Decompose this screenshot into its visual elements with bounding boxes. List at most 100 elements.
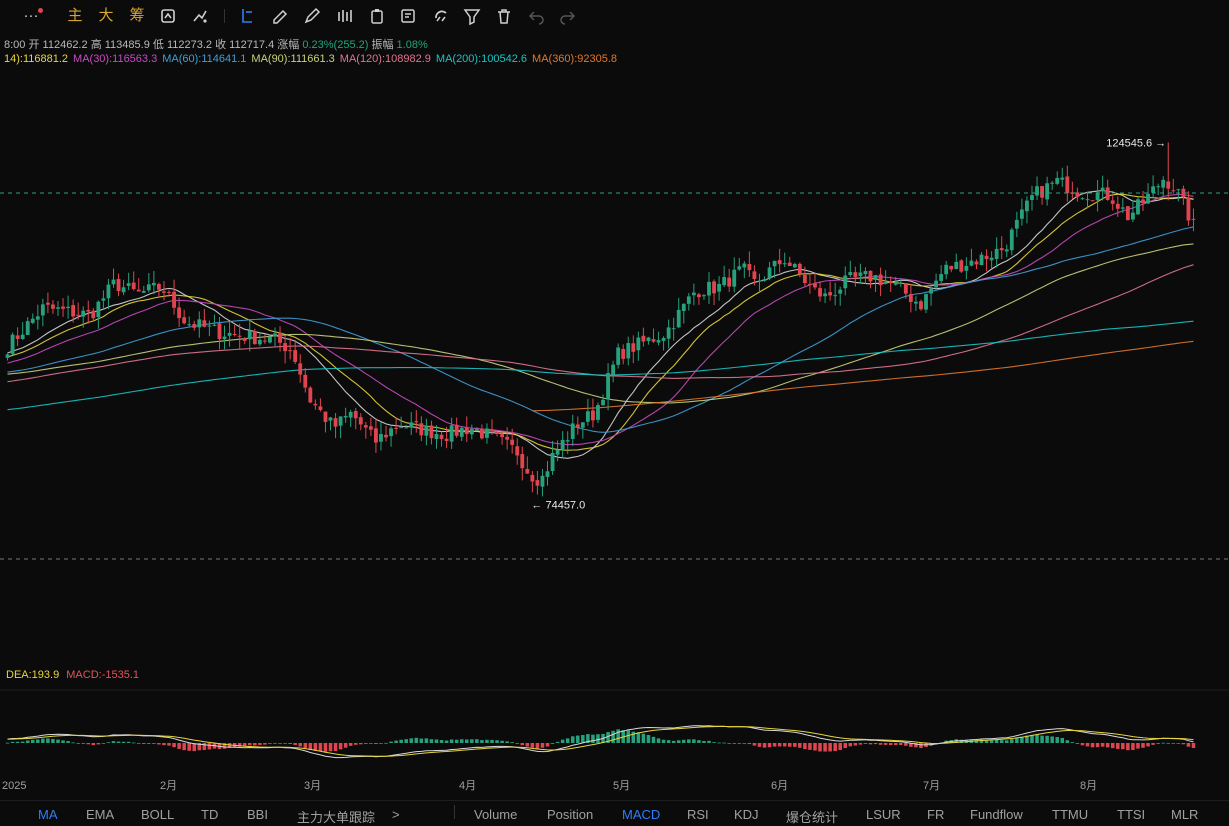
candle-body	[338, 416, 343, 426]
tab-macd[interactable]: MACD	[622, 807, 660, 822]
open-value: 112462.2	[42, 39, 88, 51]
price-chart[interactable]: 124545.6 → ← 74457.0 2025 2月 3月 4月 5月 6月 7月 8月	[0, 0, 1229, 819]
ruler-icon[interactable]	[270, 6, 290, 26]
macd-histogram-bar	[687, 739, 691, 743]
macd-histogram-bar	[15, 741, 20, 743]
pen-icon[interactable]	[302, 6, 322, 26]
macd-histogram-bar	[111, 741, 116, 743]
cursor-icon[interactable]	[238, 6, 258, 26]
candle-body	[696, 294, 701, 298]
indicator-icon[interactable]	[190, 6, 210, 26]
macd-histogram-bar	[848, 743, 853, 747]
candle-body	[1191, 218, 1196, 220]
candle-body	[727, 277, 732, 287]
macd-histogram-bar	[626, 730, 631, 743]
notification-dot	[38, 8, 43, 13]
main-indicator-button[interactable]: 主	[66, 6, 84, 26]
candle-body	[621, 348, 626, 359]
macd-histogram-bar	[560, 739, 565, 743]
candle-body	[252, 331, 257, 345]
candle-body	[318, 406, 323, 411]
candle-body	[1176, 189, 1181, 191]
macd-histogram-bar	[353, 743, 358, 745]
clipboard-icon[interactable]	[367, 6, 387, 26]
magnet-icon[interactable]	[431, 6, 451, 26]
candle-body	[257, 339, 262, 345]
macd-histogram-bar	[591, 734, 595, 743]
candle-body	[313, 403, 318, 406]
macd-histogram-bar	[66, 741, 70, 743]
tab-ma[interactable]: MA	[38, 807, 58, 822]
macd-histogram-bar	[808, 743, 812, 750]
candle-body	[288, 350, 293, 352]
trash-icon[interactable]	[494, 6, 514, 26]
tab-ttsi[interactable]: TTSI	[1117, 807, 1145, 822]
macd-histogram-bar	[838, 743, 842, 751]
candle-body	[530, 474, 535, 482]
candle-body	[702, 295, 706, 297]
candle-body	[873, 275, 878, 280]
redo-icon[interactable]	[558, 6, 578, 26]
candle-body	[1105, 187, 1110, 200]
tab-爆仓统计[interactable]: 爆仓统计	[786, 807, 838, 826]
candle-body	[1055, 177, 1060, 184]
tab-ttmu[interactable]: TTMU	[1052, 807, 1088, 822]
big-order-button[interactable]: 大	[97, 6, 115, 26]
candle-body	[237, 335, 242, 337]
macd-histogram-bar	[495, 740, 499, 743]
tab-主力大单跟踪[interactable]: 主力大单跟踪	[297, 807, 375, 826]
candle-body	[384, 434, 388, 438]
compare-icon[interactable]	[158, 6, 178, 26]
tab-fundflow[interactable]: Fundflow	[970, 807, 1023, 822]
macd-histogram-bar	[722, 742, 726, 744]
macd-histogram-bar	[732, 743, 737, 744]
ohlc-info: 8:00 开 112462.2 高 113485.9 低 112273.2 收 …	[4, 36, 428, 52]
candle-body	[722, 277, 727, 286]
macd-histogram-bar	[288, 743, 292, 745]
macd-histogram-bar	[803, 743, 807, 750]
macd-histogram-bar	[1156, 743, 1160, 744]
undo-icon[interactable]	[526, 6, 546, 26]
candle-body	[15, 335, 20, 339]
macd-histogram-bar	[550, 743, 555, 744]
chip-distribution-button[interactable]: 筹	[128, 6, 146, 26]
note-icon[interactable]	[398, 6, 418, 26]
tab-bbi[interactable]: BBI	[247, 807, 268, 822]
candle-body	[545, 471, 550, 477]
candle-body	[232, 334, 237, 336]
tab-kdj[interactable]: KDJ	[734, 807, 759, 822]
macd-histogram-bar	[333, 743, 338, 751]
candle-body	[343, 415, 348, 418]
candle-body	[747, 264, 752, 271]
candle-body	[712, 281, 716, 294]
macd-histogram-bar	[793, 743, 797, 747]
candle-body	[929, 288, 933, 294]
change-value: 0.23%(255.2)	[302, 39, 369, 51]
candle-body	[131, 282, 136, 290]
tab-ema[interactable]: EMA	[86, 807, 114, 822]
candle-body	[707, 281, 711, 296]
tab-position[interactable]: Position	[547, 807, 593, 822]
candle-body	[606, 373, 610, 400]
candle-body	[217, 323, 222, 339]
filter-icon[interactable]	[462, 6, 482, 26]
tab-rsi[interactable]: RSI	[687, 807, 709, 822]
tab->[interactable]: >	[392, 807, 400, 822]
candle-body	[1171, 190, 1176, 192]
candle-body	[333, 418, 338, 427]
tab-mlr[interactable]: MLR	[1171, 807, 1198, 822]
macd-histogram-bar	[439, 740, 444, 743]
candle-body	[752, 271, 757, 279]
tab-lsur[interactable]: LSUR	[866, 807, 901, 822]
tab-fr[interactable]: FR	[927, 807, 944, 822]
macd-histogram-bar	[888, 743, 893, 746]
pattern-icon[interactable]	[336, 6, 356, 26]
candle-body	[1030, 195, 1034, 200]
macd-histogram-bar	[167, 743, 171, 746]
tab-volume[interactable]: Volume	[474, 807, 517, 822]
candle-body	[278, 332, 282, 343]
candle-body	[86, 309, 91, 312]
tab-boll[interactable]: BOLL	[141, 807, 174, 822]
candle-body	[964, 265, 969, 271]
tab-td[interactable]: TD	[201, 807, 218, 822]
